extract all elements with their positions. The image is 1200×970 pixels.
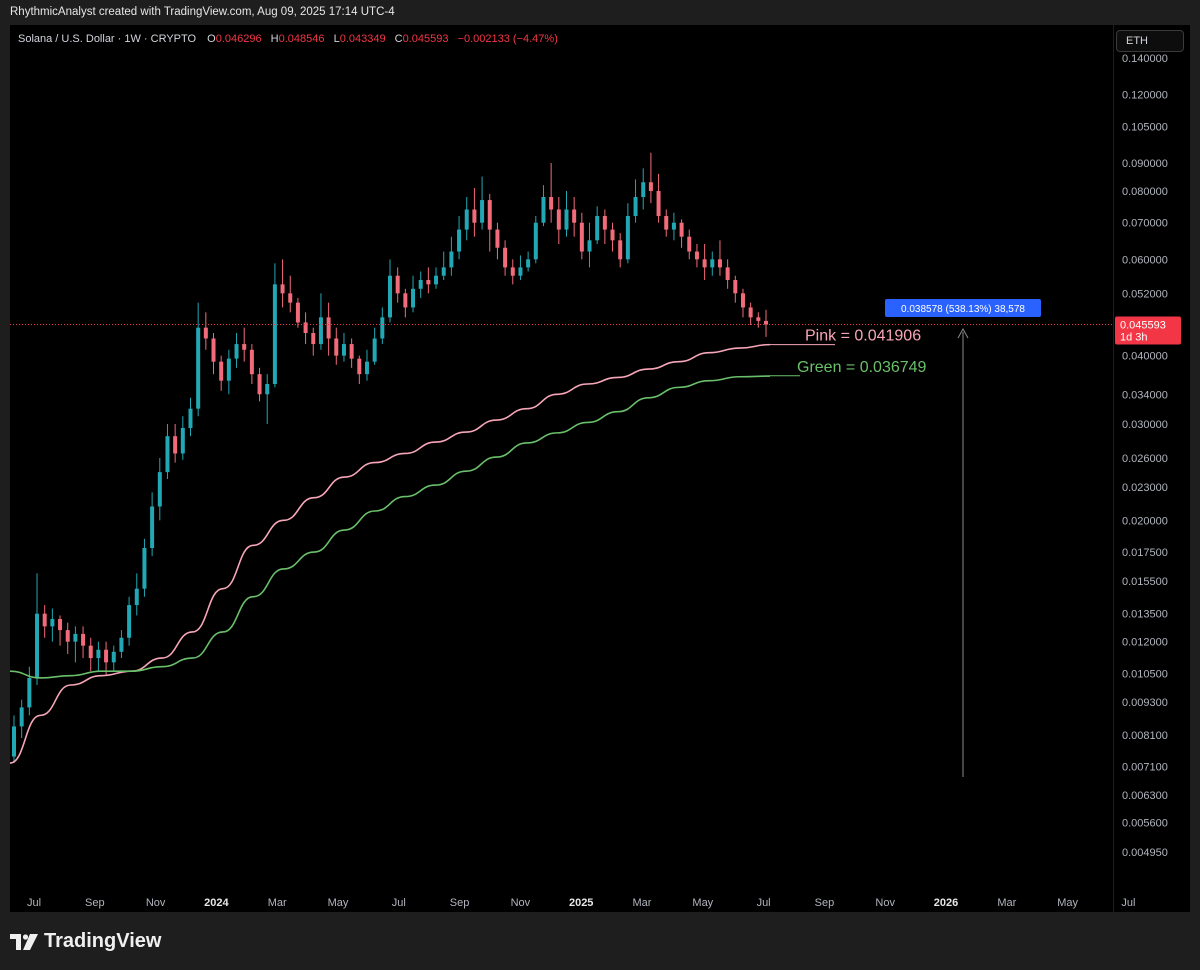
low-key: L [333, 33, 340, 45]
change-value: −0.002133 (−4.47%) [457, 33, 558, 45]
symbol-legend: Solana / U.S. Dollar · 1W · CRYPTO O0.04… [18, 33, 564, 45]
tradingview-logo-icon [10, 933, 38, 950]
compare-symbol-button[interactable]: ETH [1116, 30, 1184, 52]
high-key: H [270, 33, 279, 45]
time-axis[interactable] [10, 889, 1113, 912]
open-key: O [207, 33, 216, 45]
low-value: 0.043349 [339, 33, 386, 45]
close-key: C [394, 33, 403, 45]
symbol-title: Solana / U.S. Dollar · 1W · CRYPTO [18, 33, 197, 45]
price-axis[interactable] [1114, 25, 1190, 912]
tradingview-brand: TradingView [44, 930, 162, 952]
chart-attribution-header: RhythmicAnalyst created with TradingView… [10, 6, 395, 18]
open-value: 0.046296 [215, 33, 262, 45]
chart-pane[interactable] [10, 25, 1113, 912]
high-value: 0.048546 [278, 33, 325, 45]
tradingview-logo[interactable]: TradingView [10, 930, 161, 953]
close-value: 0.045593 [402, 33, 449, 45]
